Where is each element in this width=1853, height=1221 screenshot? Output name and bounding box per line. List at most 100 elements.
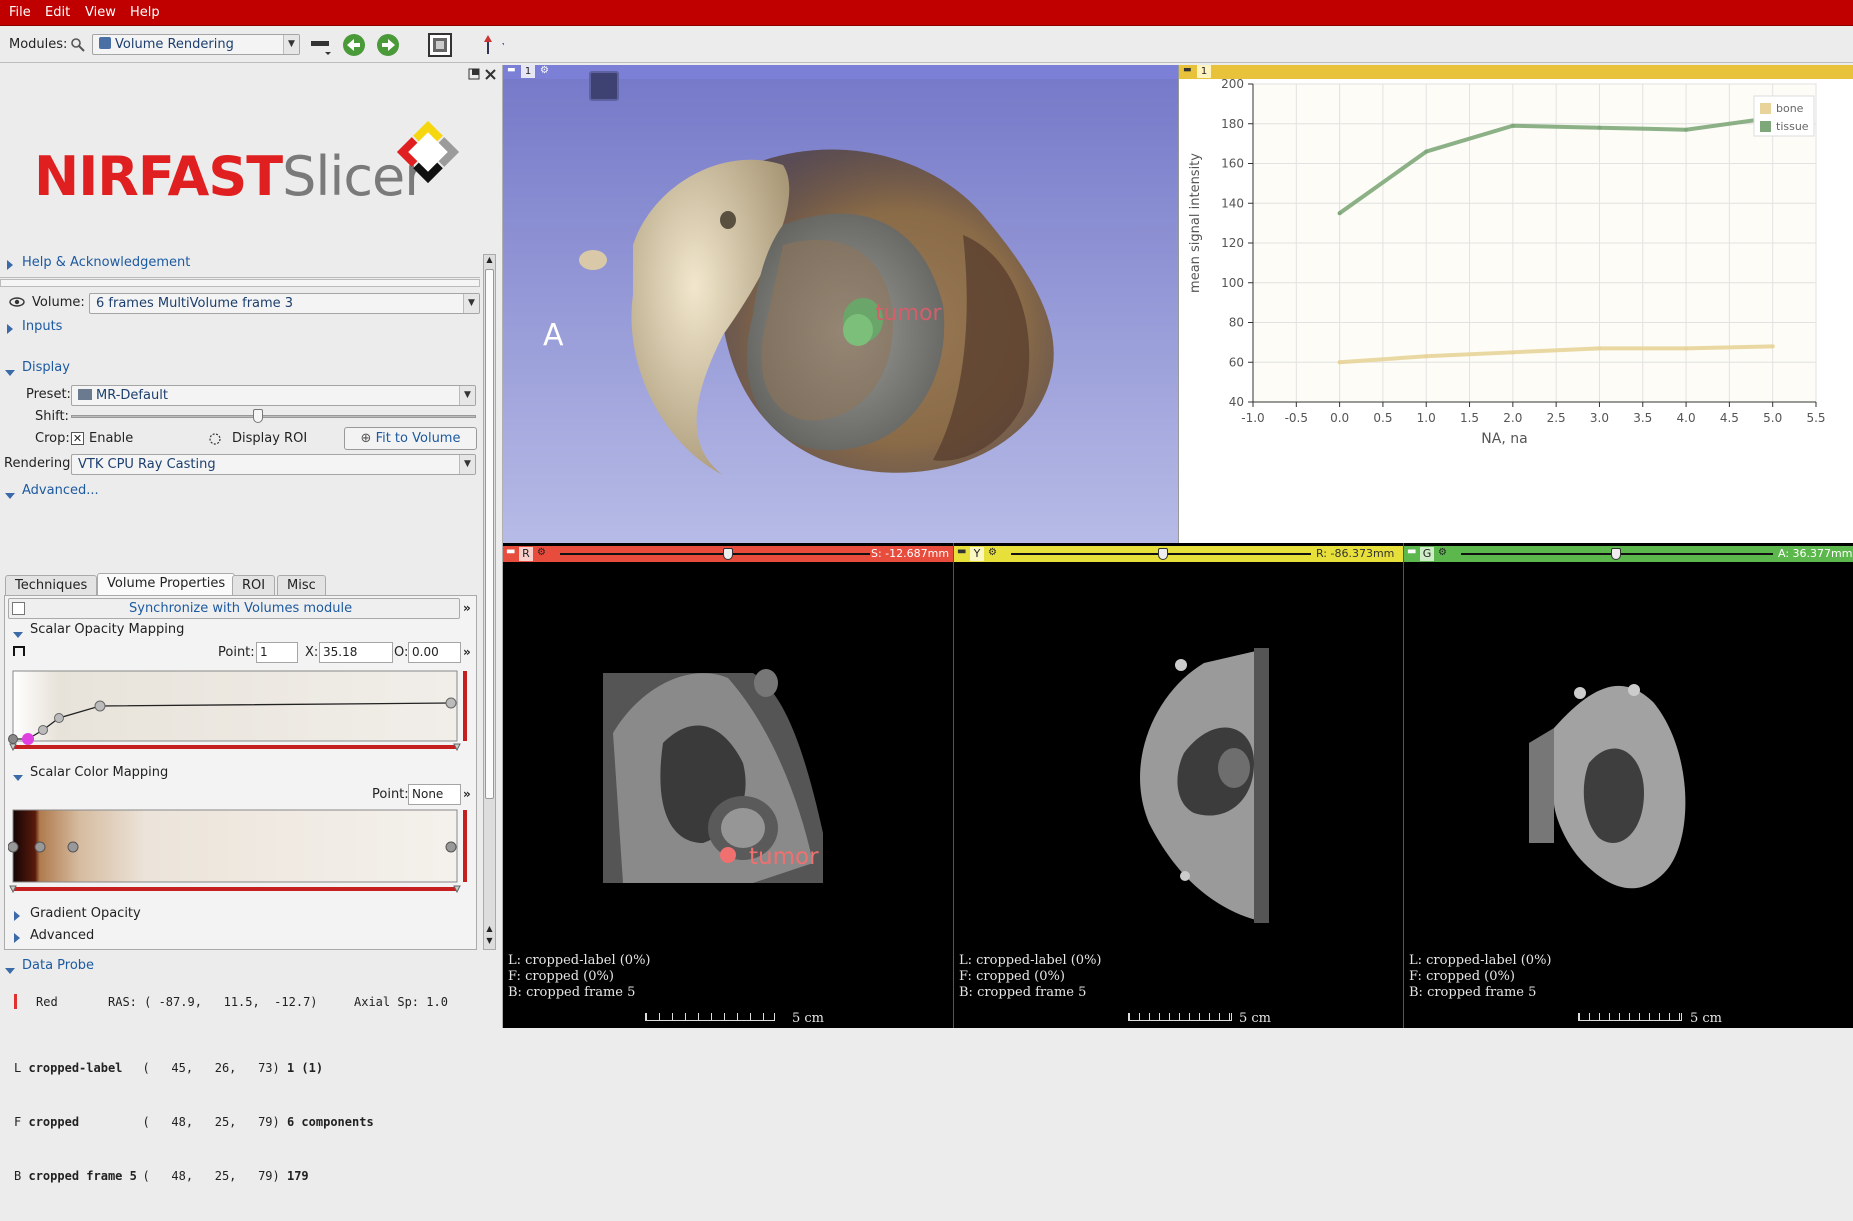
color-point-spinbox[interactable]: None [408,784,461,805]
menu-view[interactable]: View [85,5,116,20]
preset-selector[interactable]: MR-Default ▼ [71,385,476,406]
expand-right-icon[interactable]: » [463,645,471,659]
scroll-arrows[interactable]: ▲ ▼ [483,923,496,949]
slice-offset-handle[interactable] [1158,548,1168,560]
probe-row: L cropped-label ( 45, 26, 73) 1 (1) [14,1059,374,1077]
forward-arrow-icon[interactable] [376,33,400,57]
x-tick-label: 3.5 [1633,411,1652,425]
shift-slider-track[interactable] [71,415,476,418]
y-axis-label: mean signal intensity [1188,153,1203,293]
rendering-value: VTK CPU Ray Casting [78,457,216,472]
module-selector[interactable]: Volume Rendering ▼ [92,34,300,55]
scrollbar-thumb[interactable] [485,269,494,799]
data-point-tissue [1337,211,1342,216]
shift-label: Shift: [35,409,69,424]
preset-value: MR-Default [96,388,168,403]
collapse-arrow-icon [5,493,15,499]
y-tick-label: 140 [1221,196,1244,210]
3d-view[interactable]: ▬ 1 ⚙ A tumor [503,65,1178,543]
data-probe-label: Data Probe [22,958,95,973]
expand-right-icon[interactable]: » [463,601,471,615]
display-section-header[interactable]: Display [5,360,70,379]
sync-volumes-button[interactable]: Synchronize with Volumes module [8,598,460,619]
panel-window-icons[interactable] [468,68,500,80]
view-settings-icon[interactable]: ⚙ [540,65,549,76]
pin-icon[interactable]: ▬ [506,546,515,557]
view-settings-icon[interactable]: ⚙ [537,547,546,558]
expand-right-icon[interactable]: » [463,787,471,801]
red-slice-bar[interactable]: ▬ R ⚙ S: -12.687mm [503,546,953,562]
menu-help[interactable]: Help [130,5,160,20]
slice-offset-handle[interactable] [1611,548,1621,560]
sync-checkbox[interactable] [12,602,25,615]
gradient-opacity-header[interactable]: Gradient Opacity [14,906,141,924]
slice-offset-handle[interactable] [723,548,733,560]
crop-label: Crop: [35,431,70,446]
tab-techniques[interactable]: Techniques [5,575,98,596]
panel-scrollbar[interactable]: ▲ [483,254,496,950]
volume-selector[interactable]: 6 frames MultiVolume frame 3 ▼ [89,293,480,314]
point-value: 1 [260,645,268,659]
tab-misc[interactable]: Misc [277,575,326,596]
opacity-transfer-function-editor[interactable] [8,663,478,758]
data-point-bone [1597,346,1602,351]
orientation-label: A [543,318,564,353]
chevron-down-icon: ▼ [283,35,299,54]
shift-slider-handle[interactable] [253,409,263,423]
step-function-icon[interactable] [13,645,27,657]
point-spinbox[interactable]: 1 [256,642,298,663]
slice-offset-slider[interactable] [560,553,870,555]
tab-volume-properties-label: Volume Properties [107,576,226,591]
search-icon[interactable] [70,37,86,53]
color-transfer-function-editor[interactable] [8,805,478,902]
crop-enable-checkbox[interactable]: ✕ [71,432,84,445]
scalar-opacity-header[interactable]: Scalar Opacity Mapping [13,622,184,641]
chart-view[interactable]: ▬ 1 -1.0 -0.5 0.0 0.5 1.0 1.5 2.0 2.5 3.0 3.5 4.0 4… [1178,65,1853,543]
y-tick-label: 40 [1229,395,1244,409]
eye-icon[interactable] [9,296,25,308]
advanced-sub-header[interactable]: Advanced [14,928,94,946]
tab-volume-properties[interactable]: Volume Properties [97,573,236,596]
pin-icon[interactable]: ▬ [1183,65,1192,75]
view-cube-icon[interactable] [589,71,619,101]
scale-label: 5 cm [792,1011,825,1026]
pin-icon[interactable]: ▬ [957,546,966,557]
back-arrow-icon[interactable] [342,33,366,57]
data-point-tissue [1424,149,1429,154]
screenshot-icon[interactable] [428,33,452,57]
pin-icon[interactable]: ▬ [507,65,516,75]
tab-roi-label: ROI [242,578,266,593]
view-settings-icon[interactable]: ⚙ [1438,547,1447,558]
yellow-slice-bar[interactable]: ▬ Y ⚙ R: -86.373mm [954,546,1404,562]
data-probe-header[interactable]: Data Probe [5,958,94,977]
pin-icon[interactable]: ▬ [1407,546,1416,557]
fit-to-volume-button[interactable]: ⊕ Fit to Volume [344,427,477,450]
roi-eye-icon[interactable] [207,431,223,447]
tab-roi[interactable]: ROI [232,575,276,596]
inputs-section-header[interactable]: Inputs [7,319,62,337]
scale-bar [645,1013,775,1021]
menu-edit[interactable]: Edit [45,5,70,20]
probe-ijk: ( 48, 25, 79) [142,1169,280,1183]
view-settings-icon[interactable]: ⚙ [988,547,997,558]
advanced-section-header[interactable]: Advanced... [5,483,99,502]
red-slice-offset: S: -12.687mm [871,547,950,560]
probe-value: 6 components [286,1115,374,1129]
green-slice-view[interactable]: ▬ G ⚙ A: 36.377mm L: cropped-label (0%) … [1403,543,1853,1028]
chart-view-bar[interactable]: ▬ 1 [1179,65,1853,79]
x-spinbox[interactable]: 35.18 [319,642,393,663]
mouse-mode-icon[interactable] [480,33,504,57]
module-history-icon[interactable] [309,33,333,57]
probe-layer: F [14,1115,22,1129]
scalar-color-header[interactable]: Scalar Color Mapping [13,765,168,784]
help-section-header[interactable]: Help & Acknowledgement [7,255,190,273]
advanced-sub-label: Advanced [30,928,95,943]
o-spinbox[interactable]: 0.00 [408,642,461,663]
nirfast-logo: NIRFASTSlicer [34,145,426,208]
green-slice-bar[interactable]: ▬ G ⚙ A: 36.377mm [1404,546,1853,562]
yellow-slice-view[interactable]: ▬ Y ⚙ R: -86.373mm L: cropped-label (0%)… [953,543,1404,1028]
signal-chart[interactable]: -1.0 -0.5 0.0 0.5 1.0 1.5 2.0 2.5 3.0 3.5 4.0 4.5 5.… [1179,79,1853,543]
menu-file[interactable]: File [9,5,31,20]
rendering-selector[interactable]: VTK CPU Ray Casting ▼ [71,454,476,475]
red-slice-view[interactable]: ▬ R ⚙ S: -12.687mm tumor L: cropped-labe… [503,543,953,1028]
